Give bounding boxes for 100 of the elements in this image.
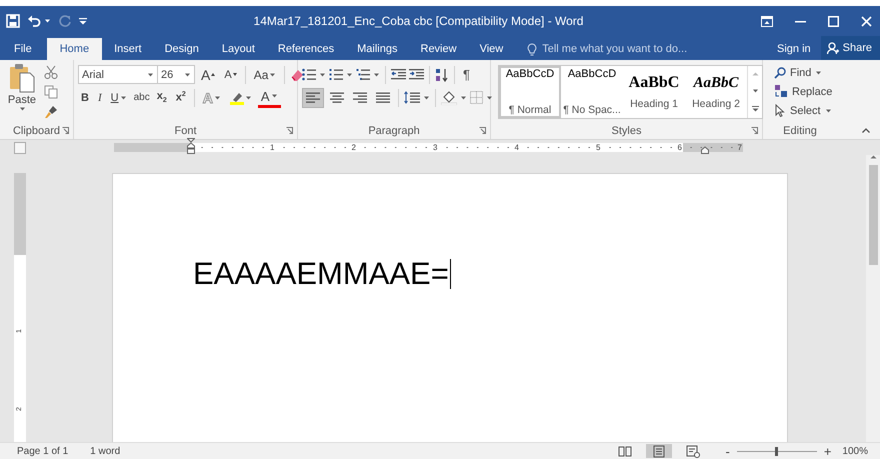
- zoom-thumb[interactable]: [775, 446, 778, 456]
- caret-icon[interactable]: [270, 94, 278, 98]
- style-label: Heading 1: [630, 98, 678, 110]
- caret-icon[interactable]: [824, 108, 832, 112]
- show-marks-button[interactable]: ¶: [460, 64, 473, 84]
- caret-icon[interactable]: [120, 96, 127, 100]
- ribbon-tab[interactable]: Design: [154, 38, 210, 60]
- superscript-button[interactable]: x$^{2}$: [172, 88, 189, 108]
- customize-icon[interactable]: [79, 18, 87, 24]
- save-icon[interactable]: [6, 14, 20, 28]
- ribbon-display-icon[interactable]: [761, 16, 773, 26]
- font-color-button[interactable]: A: [258, 88, 281, 108]
- caret-icon[interactable]: [147, 72, 154, 76]
- dialog-launcher-icon[interactable]: [479, 127, 486, 134]
- ribbon-tab[interactable]: View: [468, 38, 514, 60]
- align-left-icon: [306, 92, 320, 103]
- select-button[interactable]: Select: [771, 101, 836, 120]
- dialog-launcher-icon[interactable]: [286, 127, 293, 134]
- caret-icon[interactable]: [373, 72, 380, 76]
- align-left-button[interactable]: [302, 88, 324, 108]
- zoom-level[interactable]: 100%: [842, 446, 868, 456]
- ribbon-tab[interactable]: Mailings: [346, 38, 408, 60]
- paste-button[interactable]: Paste: [4, 63, 40, 123]
- dialog-launcher-icon[interactable]: [751, 127, 758, 134]
- underline-button[interactable]: U: [108, 88, 130, 108]
- share-button[interactable]: Share: [820, 36, 880, 60]
- style-preview: AaBbC: [628, 74, 680, 92]
- numbering-icon[interactable]: [329, 68, 343, 81]
- group-label: Paragraph: [368, 125, 420, 137]
- ribbon-tab[interactable]: Insert: [103, 38, 153, 60]
- style-item[interactable]: AaBbC Heading 2: [685, 66, 747, 118]
- shading-icon[interactable]: [441, 90, 457, 104]
- ruler-number: 1: [269, 143, 276, 152]
- style-item[interactable]: AaBbC Heading 1: [623, 66, 685, 118]
- replace-button[interactable]: Replace: [771, 82, 836, 101]
- vertical-scrollbar[interactable]: [866, 155, 880, 442]
- more-styles-icon[interactable]: [752, 106, 758, 112]
- caret-icon[interactable]: [423, 96, 430, 100]
- caret-icon[interactable]: [44, 19, 51, 23]
- clipboard-icon: [8, 63, 36, 93]
- ruler-number: 4: [514, 143, 520, 152]
- change-case-button[interactable]: Aa: [250, 64, 280, 84]
- caret-icon[interactable]: [346, 72, 353, 76]
- caret-icon[interactable]: [486, 96, 493, 100]
- style-label: ¶ Normal: [508, 104, 552, 116]
- sort-icon[interactable]: [435, 68, 449, 82]
- caret-icon[interactable]: [18, 107, 26, 111]
- bold-button[interactable]: B: [78, 88, 92, 108]
- zoom-out-button[interactable]: -: [720, 444, 735, 458]
- italic-button[interactable]: I: [94, 88, 105, 108]
- line-spacing-icon[interactable]: [404, 91, 420, 104]
- dialog-launcher-icon[interactable]: [62, 127, 69, 134]
- font-name-field[interactable]: Arial: [78, 65, 158, 84]
- style-item[interactable]: AaBbCcD ¶ Normal: [499, 66, 561, 118]
- scissors-icon[interactable]: [44, 65, 58, 79]
- grow-font-button[interactable]: A: [198, 64, 218, 84]
- maximize-icon[interactable]: [828, 16, 839, 26]
- close-icon[interactable]: [861, 16, 872, 26]
- page-count[interactable]: Page 1 of 1: [17, 446, 68, 456]
- caret-icon[interactable]: [319, 72, 326, 76]
- scrollbar-thumb[interactable]: [868, 165, 878, 265]
- strikethrough-button[interactable]: abc: [132, 88, 151, 108]
- subscript-button[interactable]: x$_{2}$: [154, 88, 170, 108]
- paintbrush-icon[interactable]: [44, 105, 58, 119]
- caret-icon[interactable]: [244, 96, 252, 100]
- print-view-button[interactable]: [646, 444, 672, 458]
- indent-marker-icon[interactable]: [187, 138, 195, 154]
- ribbon-tab[interactable]: Home: [46, 38, 102, 60]
- caret-icon[interactable]: [184, 72, 191, 76]
- undo-icon[interactable]: [27, 14, 41, 28]
- decrease-indent-icon[interactable]: [391, 68, 406, 81]
- font-size-field[interactable]: 26: [157, 65, 195, 84]
- find-button[interactable]: Find: [771, 63, 836, 82]
- caret-icon[interactable]: [269, 72, 276, 76]
- highlighter-icon: [230, 90, 244, 104]
- ribbon-tab[interactable]: File: [14, 38, 46, 60]
- caret-icon[interactable]: [214, 96, 221, 100]
- tell-me-field[interactable]: Tell me what you want to do...: [527, 38, 767, 60]
- style-label: ¶ No Spac...: [563, 104, 621, 116]
- zoom-in-button[interactable]: +: [818, 444, 836, 458]
- style-label: Heading 2: [692, 98, 740, 110]
- eraser-icon[interactable]: [290, 68, 304, 82]
- ribbon-tab[interactable]: References: [266, 38, 346, 60]
- borders-icon[interactable]: [470, 91, 483, 104]
- ribbon-tab[interactable]: Layout: [210, 38, 266, 60]
- ribbon-tab[interactable]: Review: [410, 38, 468, 60]
- caret-icon[interactable]: [752, 88, 758, 93]
- caret-icon[interactable]: [815, 70, 822, 74]
- shrink-font-button[interactable]: A: [221, 64, 240, 84]
- sign-in-link[interactable]: Sign in: [767, 38, 821, 60]
- copy-icon[interactable]: [44, 85, 58, 99]
- style-item[interactable]: AaBbCcD ¶ No Spac...: [561, 66, 623, 118]
- bullets-icon[interactable]: [302, 68, 316, 81]
- word-count[interactable]: 1 word: [90, 446, 120, 456]
- window-title: 14Mar17_181201_Enc_Coba cbc [Compatibility Mode] - Word: [252, 14, 584, 28]
- ruler-number: 7: [736, 143, 743, 152]
- collapse-ribbon-icon[interactable]: [862, 128, 870, 133]
- caret-icon[interactable]: [460, 96, 467, 100]
- multilevel-list-icon[interactable]: [356, 68, 370, 81]
- increase-indent-icon[interactable]: [409, 68, 424, 81]
